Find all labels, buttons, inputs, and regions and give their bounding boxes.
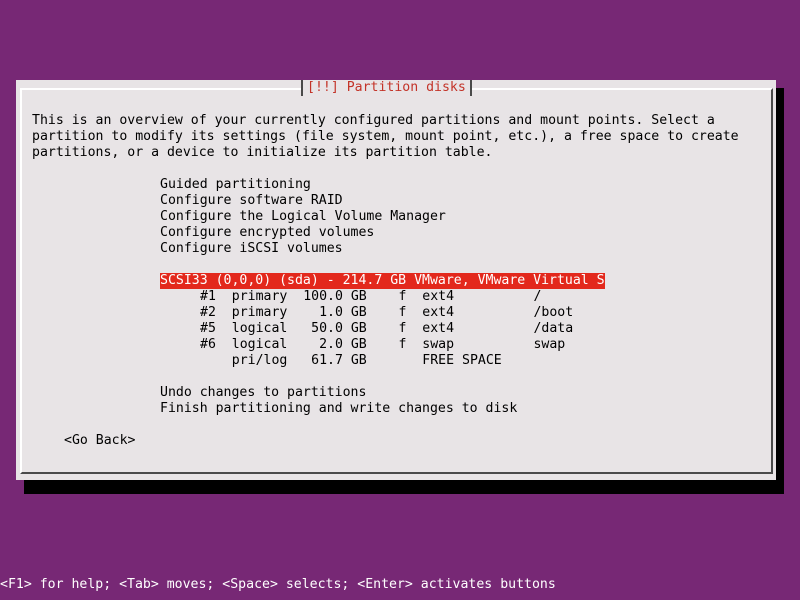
partition-row-6[interactable]: #6 logical 2.0 GB f swap swap bbox=[200, 337, 565, 353]
partition-row-1[interactable]: #1 primary 100.0 GB f ext4 / bbox=[200, 289, 541, 305]
menu-item-guided-partitioning[interactable]: Guided partitioning bbox=[160, 177, 311, 193]
menu-item-configure-software-raid[interactable]: Configure software RAID bbox=[160, 193, 343, 209]
dialog-title: [!!] Partition disks bbox=[301, 80, 472, 96]
finish-partitioning-item[interactable]: Finish partitioning and write changes to… bbox=[160, 401, 517, 417]
partition-dialog: [!!] Partition disks This is an overview… bbox=[16, 80, 776, 480]
intro-line-3: partitions, or a device to initialize it… bbox=[32, 145, 493, 160]
intro-line-1: This is an overview of your currently co… bbox=[32, 113, 715, 128]
go-back-button[interactable]: <Go Back> bbox=[64, 433, 135, 449]
menu-item-configure-encrypted-volumes[interactable]: Configure encrypted volumes bbox=[160, 225, 374, 241]
free-space-row[interactable]: pri/log 61.7 GB FREE SPACE bbox=[200, 353, 502, 369]
partition-row-5[interactable]: #5 logical 50.0 GB f ext4 /data bbox=[200, 321, 573, 337]
menu-item-configure-iscsi-volumes[interactable]: Configure iSCSI volumes bbox=[160, 241, 343, 257]
help-footer: <F1> for help; <Tab> moves; <Space> sele… bbox=[0, 577, 556, 592]
disk-row-selected[interactable]: SCSI33 (0,0,0) (sda) - 214.7 GB VMware, … bbox=[160, 273, 605, 289]
partition-row-2[interactable]: #2 primary 1.0 GB f ext4 /boot bbox=[200, 305, 573, 321]
menu-item-configure-lvm[interactable]: Configure the Logical Volume Manager bbox=[160, 209, 446, 225]
undo-changes-item[interactable]: Undo changes to partitions bbox=[160, 385, 366, 401]
intro-line-2: partition to modify its settings (file s… bbox=[32, 129, 739, 144]
